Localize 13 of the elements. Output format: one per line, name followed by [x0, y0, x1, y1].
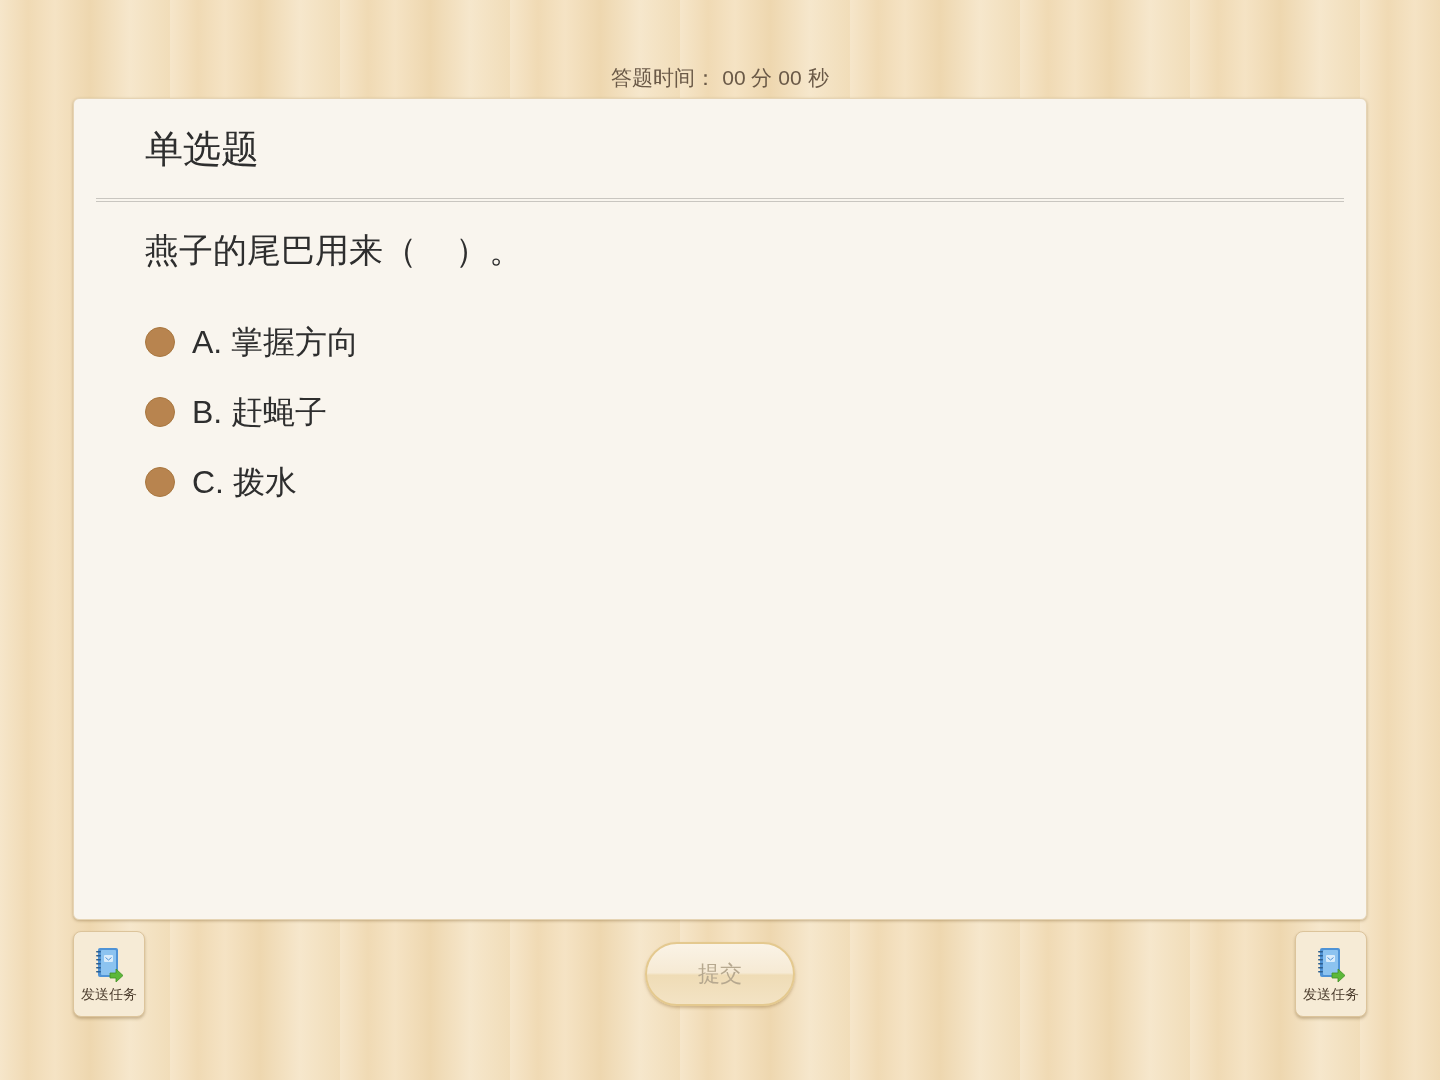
radio-button[interactable]: [145, 397, 175, 427]
notebook-arrow-icon: [94, 946, 124, 983]
question-type-title: 单选题: [145, 126, 259, 172]
radio-button[interactable]: [145, 467, 175, 497]
radio-button[interactable]: [145, 327, 175, 357]
option-text: C. 拨水: [192, 463, 297, 502]
option-text: A. 掌握方向: [192, 323, 360, 362]
question-text: 燕子的尾巴用来（ ）。: [145, 231, 523, 269]
send-task-button[interactable]: 发送任务: [73, 931, 145, 1017]
option-text: B. 赶蝇子: [192, 393, 328, 432]
notebook-arrow-icon: [1316, 946, 1346, 983]
answer-timer: 答题时间： 00 分 00 秒: [611, 65, 829, 91]
send-task-button[interactable]: 发送任务: [1295, 931, 1367, 1017]
